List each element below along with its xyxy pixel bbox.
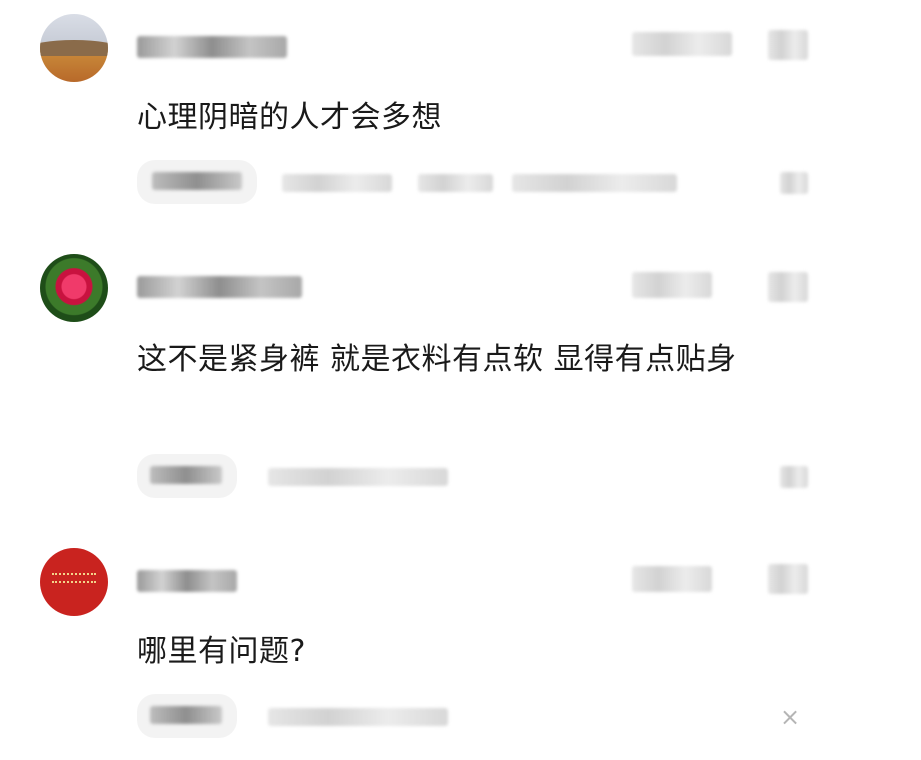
reply-pill-text-redacted: [150, 706, 222, 724]
username-redacted[interactable]: [137, 570, 237, 592]
user-avatar[interactable]: [40, 254, 108, 322]
like-count-redacted[interactable]: [768, 30, 808, 60]
meta-info-redacted: [512, 174, 677, 192]
reply-pill-text-redacted: [150, 466, 222, 484]
comment-text: 心理阴暗的人才会多想: [137, 100, 442, 135]
meta-info-redacted: [268, 708, 448, 726]
user-avatar[interactable]: [40, 548, 108, 616]
like-count-redacted[interactable]: [768, 272, 808, 302]
meta-info-redacted: [268, 468, 448, 486]
time-redacted: [632, 272, 712, 298]
reply-pill-text-redacted: [152, 172, 242, 190]
more-action-redacted[interactable]: [780, 466, 808, 488]
time-redacted: [632, 32, 732, 56]
meta-info-redacted: [282, 174, 392, 192]
username-redacted[interactable]: [137, 36, 287, 58]
username-redacted[interactable]: [137, 276, 302, 298]
time-redacted: [632, 566, 712, 592]
comment-text: 这不是紧身裤 就是衣料有点软 显得有点贴身: [137, 342, 737, 377]
comment-text: 哪里有问题?: [137, 634, 306, 669]
like-count-redacted[interactable]: [768, 564, 808, 594]
meta-info-redacted: [418, 174, 493, 192]
close-icon[interactable]: ×: [779, 705, 801, 729]
user-avatar[interactable]: [40, 14, 108, 82]
more-action-redacted[interactable]: [780, 172, 808, 194]
